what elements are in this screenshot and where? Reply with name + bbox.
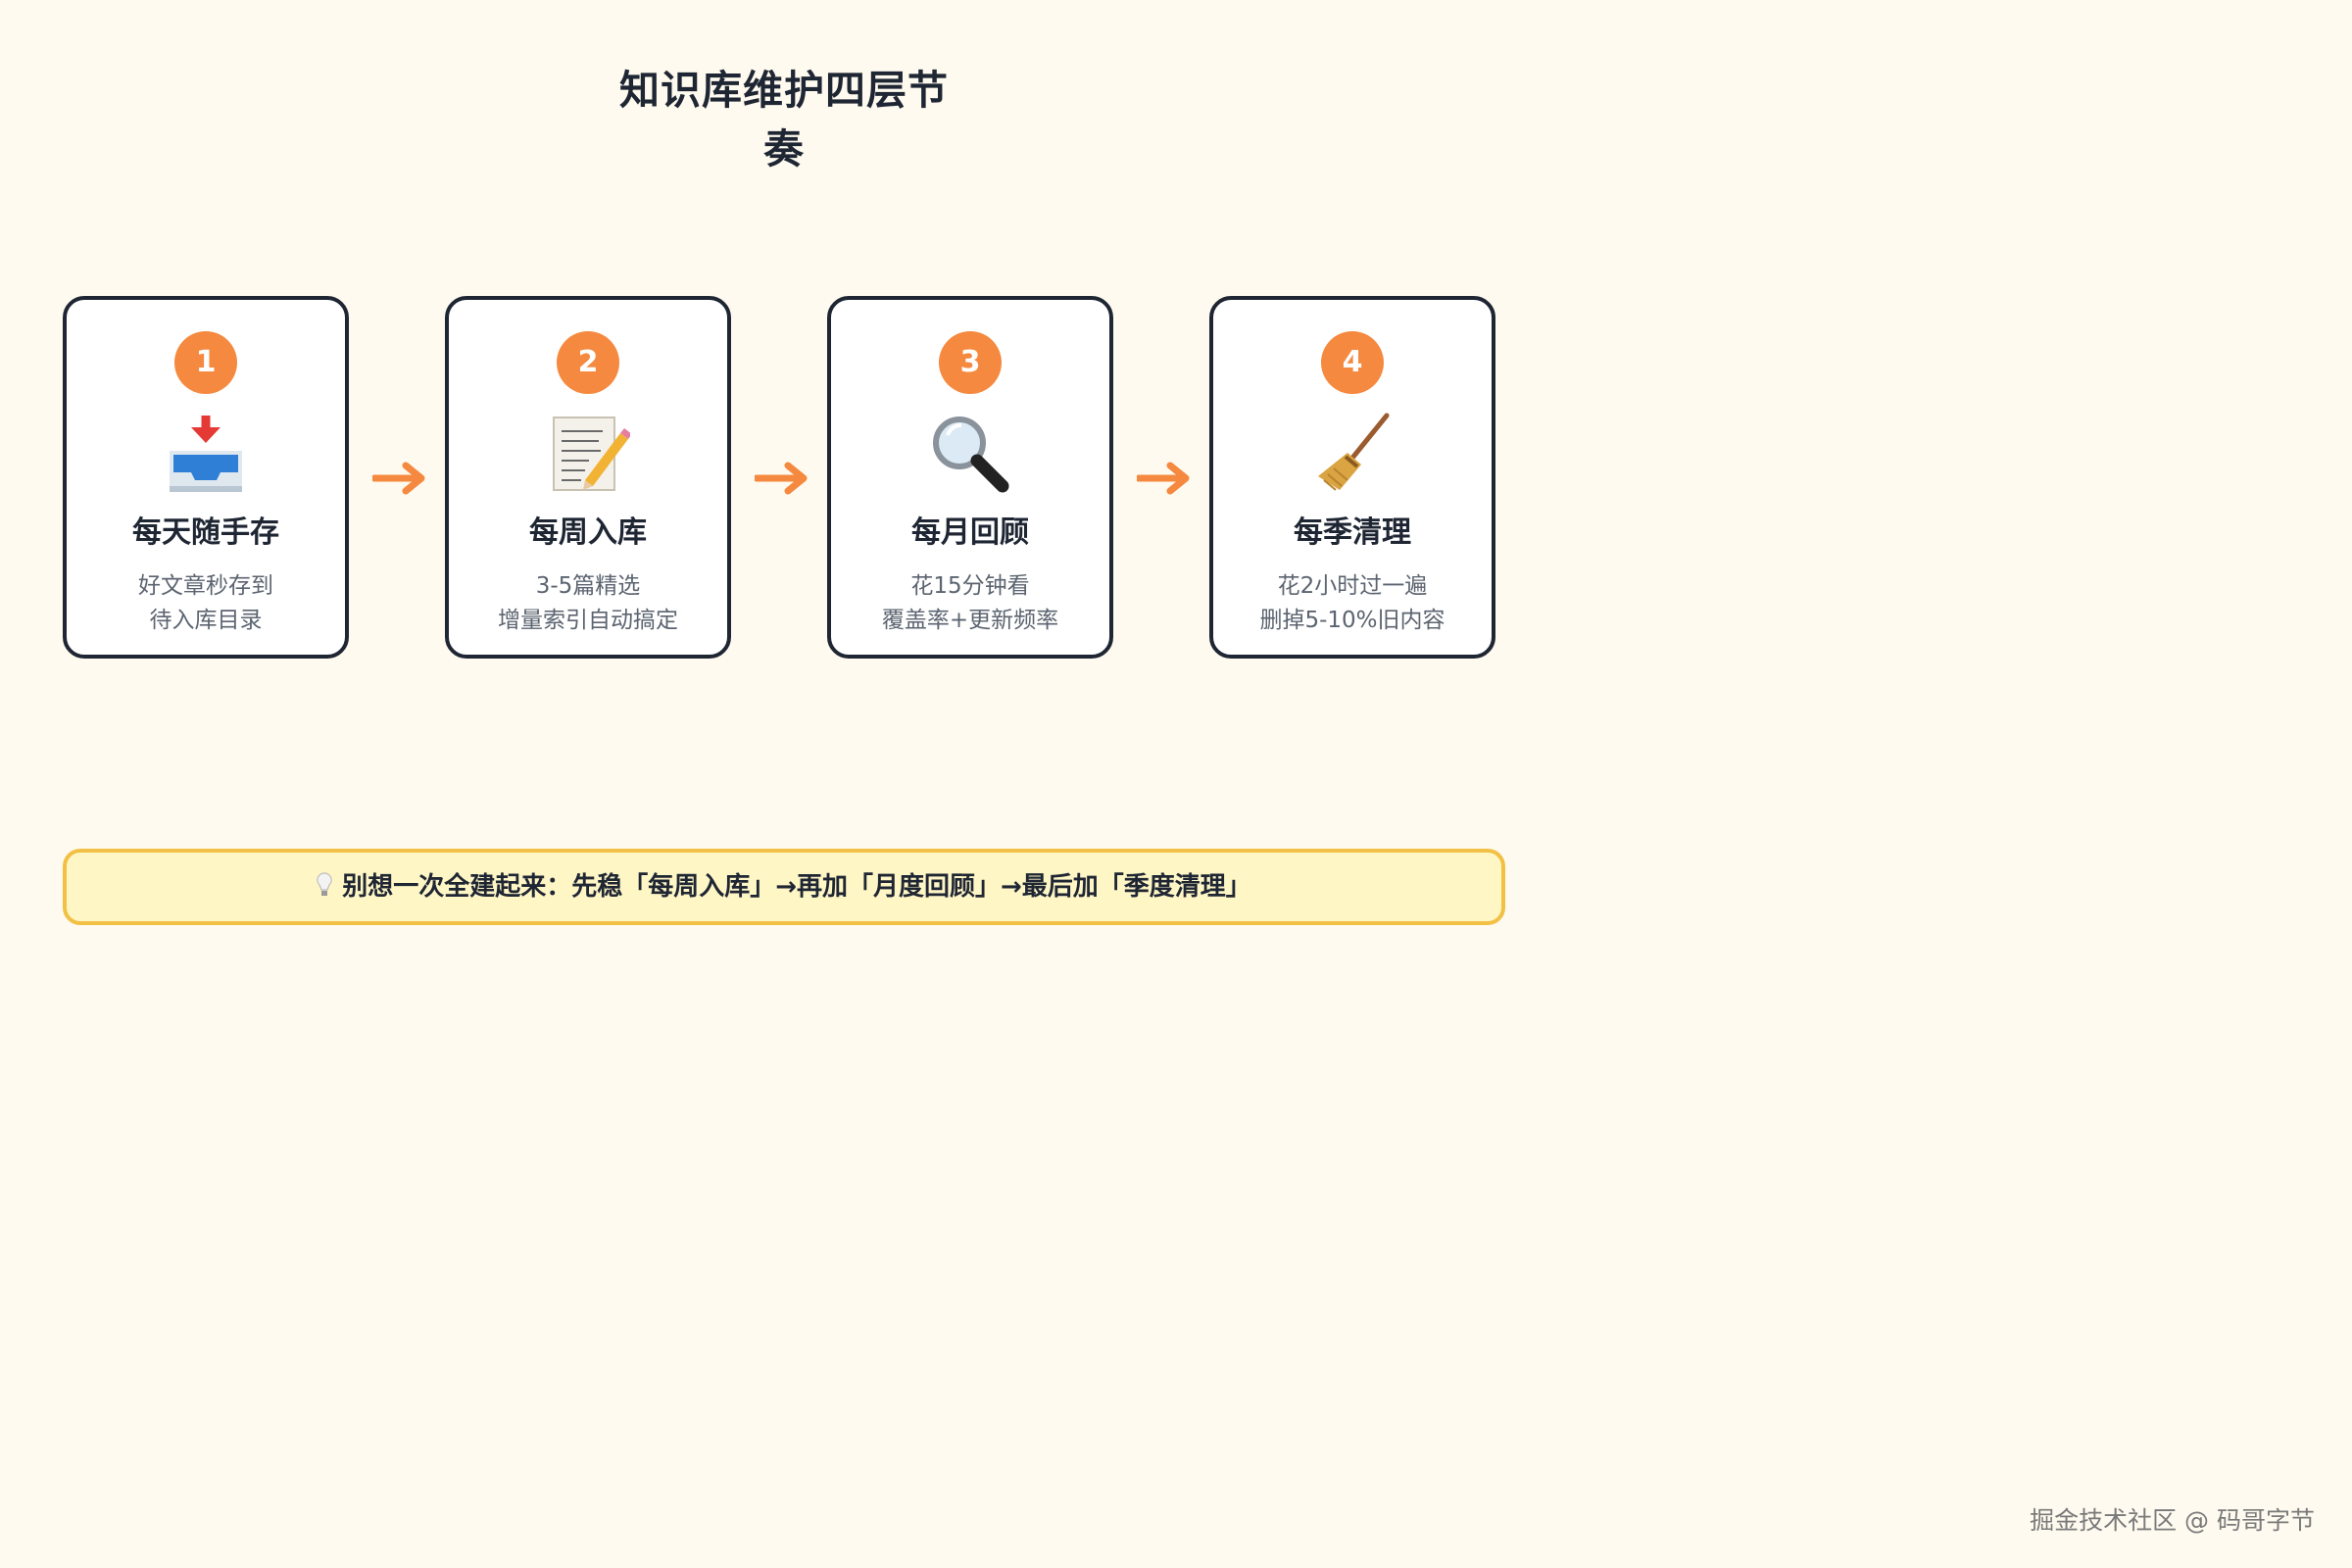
step-card-weekly: 2 每周入库 3-5篇精选 增量索引自动搞定: [445, 296, 731, 659]
step-description-line-2: 删掉5-10%旧内容: [1259, 608, 1446, 633]
lightbulb-icon: [317, 871, 332, 898]
step-description-line-2: 待入库目录: [149, 608, 263, 633]
watermark-text: 掘金技术社区 @ 码哥字节: [2030, 1506, 2315, 1535]
step-title: 每月回顾: [911, 515, 1029, 550]
tip-text: 别想一次全建起来：先稳「每周入库」→再加「月度回顾」→最后加「季度清理」: [342, 872, 1251, 902]
step-description-line-1: 花2小时过一遍: [1277, 573, 1428, 599]
step-description-line-2: 增量索引自动搞定: [498, 608, 678, 633]
step-card-daily: 1 每天随手存 好文章秒存到 待入库目录: [63, 296, 349, 659]
broom-icon: [1310, 412, 1395, 496]
step-card-monthly: 3 每月回顾 花15分钟看 覆盖率+更新频率: [827, 296, 1113, 659]
arrow-right-icon: [755, 461, 809, 496]
step-title: 每天随手存: [132, 515, 279, 550]
step-number-badge: 1: [174, 331, 237, 394]
arrow-right-icon: [372, 461, 427, 496]
step-card-quarterly: 4 每季清理 花2小时过一遍 删掉5-10%旧内容: [1209, 296, 1495, 659]
step-description-line-1: 花15分钟看: [910, 573, 1030, 599]
step-title: 每季清理: [1294, 515, 1411, 550]
step-title: 每周入库: [529, 515, 647, 550]
tip-banner: 别想一次全建起来：先稳「每周入库」→再加「月度回顾」→最后加「季度清理」: [63, 849, 1505, 925]
memo-icon: [546, 412, 630, 496]
inbox-tray-icon: [164, 412, 248, 496]
diagram-title: 知识库维护四层节奏: [619, 67, 949, 172]
step-number-badge: 2: [557, 331, 619, 394]
step-description-line-1: 3-5篇精选: [535, 573, 641, 599]
magnifier-icon: [928, 412, 1012, 496]
step-description-line-1: 好文章秒存到: [138, 573, 273, 599]
step-number-badge: 4: [1321, 331, 1384, 394]
step-description-line-2: 覆盖率+更新频率: [881, 608, 1059, 633]
arrow-right-icon: [1137, 461, 1192, 496]
step-flow: 1 每天随手存 好文章秒存到 待入库目录 2 每周入库 3-5篇精选 增量索引自…: [63, 296, 1505, 664]
step-number-badge: 3: [939, 331, 1002, 394]
